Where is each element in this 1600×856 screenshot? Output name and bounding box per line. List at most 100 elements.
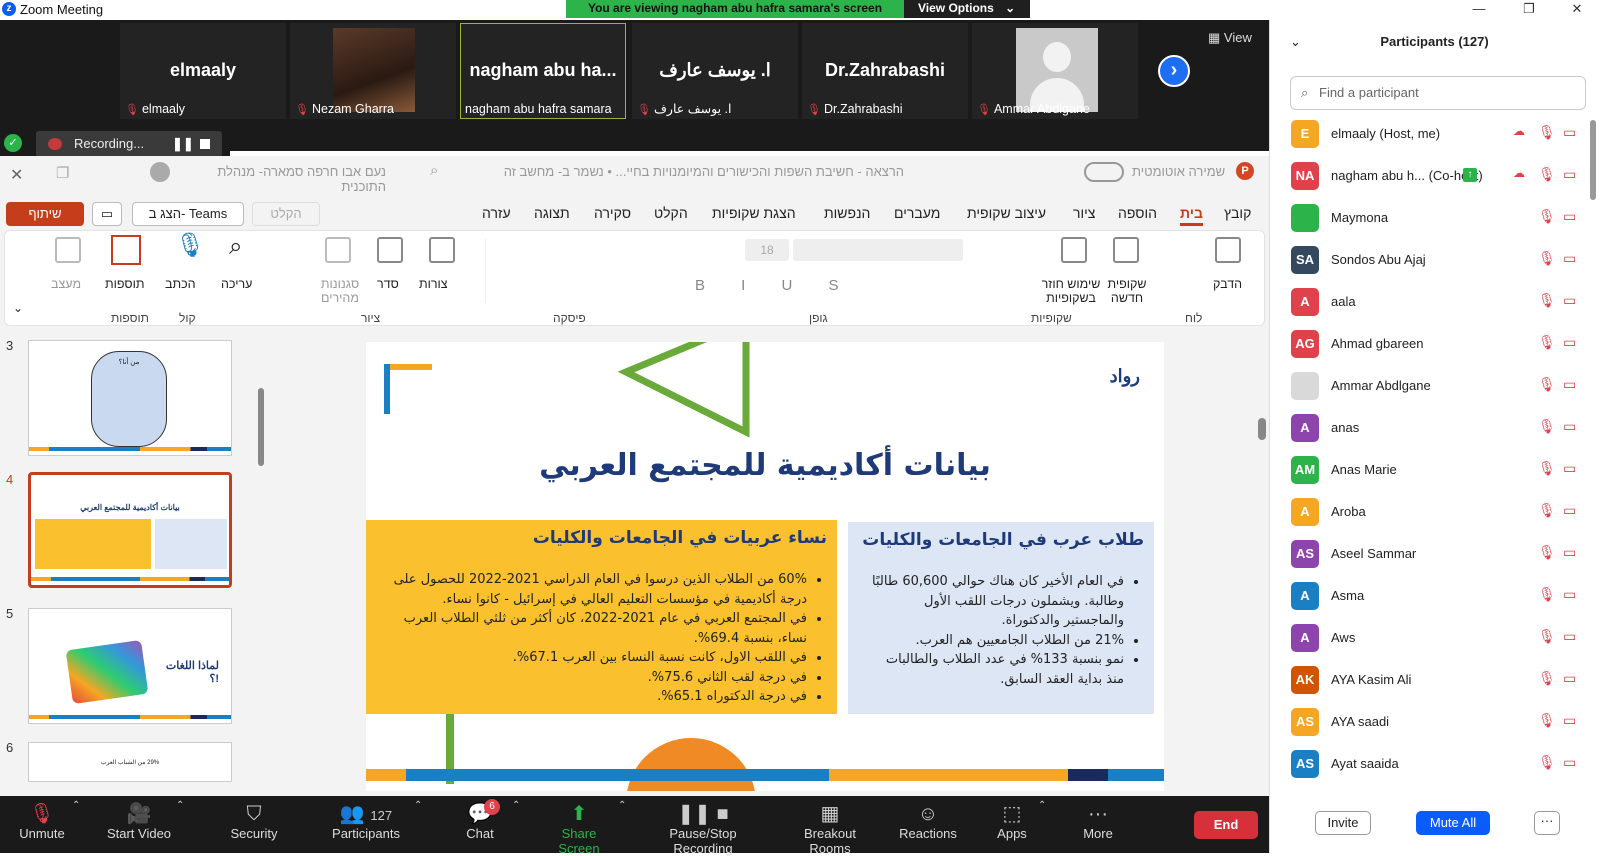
- apps-button[interactable]: ⬚ Apps ⌃: [994, 800, 1046, 841]
- video-tile[interactable]: elmaaly 🎙 elmaaly: [120, 23, 286, 119]
- new-slide-button[interactable]: שקופית חדשה: [1105, 277, 1149, 305]
- tab-design[interactable]: עיצוב שקופית: [967, 205, 1046, 221]
- autosave-toggle[interactable]: [1084, 162, 1124, 182]
- paragraph-controls[interactable]: [485, 239, 655, 303]
- muted-mic-icon[interactable]: 🎙: [1538, 124, 1556, 141]
- video-tile[interactable]: Dr.Zahrabashi 🎙 Dr.Zahrabashi: [802, 23, 968, 119]
- tab-draw[interactable]: ציור: [1073, 205, 1095, 221]
- video-off-icon[interactable]: ▭: [1563, 754, 1576, 771]
- shapes-button[interactable]: צורות: [419, 277, 448, 291]
- microphone-icon[interactable]: 🎙: [175, 231, 205, 260]
- participant-row[interactable]: NA nagham abu h... (Co-host) 🎙 ▭ ☁ ↑: [1291, 158, 1591, 194]
- video-off-icon[interactable]: ▭: [1563, 544, 1576, 561]
- font-size-select[interactable]: 18: [745, 239, 789, 261]
- mute-all-button[interactable]: Mute All: [1416, 811, 1490, 835]
- tab-home[interactable]: בית: [1180, 205, 1203, 226]
- minimize-button[interactable]: —: [1456, 0, 1502, 20]
- reactions-button[interactable]: ☺ Reactions: [898, 802, 958, 841]
- video-off-icon[interactable]: ▭: [1563, 460, 1576, 477]
- tab-insert[interactable]: הוספה: [1118, 205, 1157, 221]
- end-meeting-button[interactable]: End: [1194, 811, 1258, 839]
- collapse-ribbon-icon[interactable]: ⌄: [13, 301, 23, 315]
- editing-button[interactable]: עריכה: [221, 277, 252, 291]
- quick-styles-button[interactable]: סגנונות מהירים: [317, 277, 363, 305]
- reuse-slides-icon[interactable]: [1061, 237, 1087, 263]
- tab-help[interactable]: עזרה: [482, 205, 511, 221]
- video-tile[interactable]: 🎙 Nezam Gharra: [290, 23, 456, 119]
- slide-thumbnail-selected[interactable]: بيانات أكاديمية للمجتمع العربي: [28, 472, 232, 588]
- tab-file[interactable]: קובץ: [1224, 205, 1251, 221]
- muted-mic-icon[interactable]: 🎙: [1538, 628, 1556, 645]
- stop-recording-icon[interactable]: [200, 139, 210, 149]
- muted-mic-icon[interactable]: 🎙: [1538, 712, 1556, 729]
- muted-mic-icon[interactable]: 🎙: [1538, 460, 1556, 477]
- thumbnail-scrollbar[interactable]: [258, 330, 264, 780]
- dictate-button[interactable]: הכתב: [165, 277, 196, 291]
- muted-mic-icon[interactable]: 🎙: [1538, 670, 1556, 687]
- video-off-icon[interactable]: ▭: [1563, 376, 1576, 393]
- next-page-arrow-icon[interactable]: ›: [1158, 55, 1190, 87]
- caret-up-icon[interactable]: ⌃: [1038, 800, 1046, 811]
- muted-mic-icon[interactable]: 🎙: [1538, 250, 1556, 267]
- view-button[interactable]: ▦ View: [1208, 30, 1252, 46]
- video-off-icon[interactable]: ▭: [1563, 670, 1576, 687]
- pause-recording-icon[interactable]: ❚❚: [172, 131, 194, 157]
- video-off-icon[interactable]: ▭: [1563, 628, 1576, 645]
- participant-row[interactable]: Ammar Abdlgane 🎙 ▭: [1291, 368, 1591, 404]
- participant-row[interactable]: AS AYA saadi 🎙 ▭: [1291, 704, 1591, 740]
- muted-mic-icon[interactable]: 🎙: [1538, 418, 1556, 435]
- video-off-icon[interactable]: ▭: [1563, 250, 1576, 267]
- muted-mic-icon[interactable]: 🎙: [1538, 334, 1556, 351]
- search-edit-icon[interactable]: ⌕: [229, 233, 242, 261]
- video-tile-active-speaker[interactable]: nagham abu ha... nagham abu hafra samara: [460, 23, 626, 119]
- video-off-icon[interactable]: ▭: [1563, 292, 1576, 309]
- document-title[interactable]: הרצאה - חשיבת השפות והכישורים והמיומנויו…: [480, 164, 904, 179]
- muted-mic-icon[interactable]: 🎙: [1538, 544, 1556, 561]
- video-off-icon[interactable]: ▭: [1563, 334, 1576, 351]
- arrange-icon[interactable]: [377, 237, 403, 263]
- view-options-button[interactable]: View Options ⌄: [904, 0, 1030, 18]
- participant-row[interactable]: AM Anas Marie 🎙 ▭: [1291, 452, 1591, 488]
- participant-row[interactable]: A Aroba 🎙 ▭: [1291, 494, 1591, 530]
- reuse-slides-button[interactable]: שימוש חוזר בשקופיות: [1037, 277, 1105, 305]
- more-button[interactable]: ··· More: [1080, 802, 1116, 841]
- addins-icon[interactable]: [111, 235, 141, 265]
- tab-record[interactable]: הקלט: [654, 205, 688, 221]
- participant-row[interactable]: A Aws 🎙 ▭: [1291, 620, 1591, 656]
- participant-row[interactable]: SA Sondos Abu Ajaj 🎙 ▭: [1291, 242, 1591, 278]
- designer-icon[interactable]: [55, 237, 81, 263]
- pause-stop-recording-button[interactable]: ❚❚ ■ Pause/Stop Recording: [640, 802, 766, 856]
- restore-button[interactable]: ❐: [1506, 0, 1552, 20]
- paste-button[interactable]: הדבק: [1213, 277, 1242, 291]
- caret-up-icon[interactable]: ⌃: [512, 800, 520, 811]
- tab-transitions[interactable]: מעברים: [894, 205, 940, 221]
- muted-mic-icon[interactable]: 🎙: [1538, 376, 1556, 393]
- restore-icon[interactable]: ❐: [56, 164, 69, 182]
- participant-row[interactable]: Eelmaaly (Host, me) 🎙 ▭ ☁: [1291, 116, 1591, 152]
- video-off-icon[interactable]: ▭: [1563, 418, 1576, 435]
- addins-button[interactable]: תוספות: [105, 277, 144, 291]
- tab-slideshow[interactable]: הצגת שקופיות: [712, 205, 796, 221]
- search-icon[interactable]: ⌕: [430, 162, 438, 179]
- designer-button[interactable]: מעצב: [51, 277, 81, 291]
- more-options-button[interactable]: ···: [1534, 811, 1560, 835]
- slide-scrollbar[interactable]: [1258, 330, 1266, 790]
- participant-row[interactable]: Maymona 🎙 ▭: [1291, 200, 1591, 236]
- font-family-select[interactable]: [793, 239, 963, 261]
- video-off-icon[interactable]: ▭: [1563, 502, 1576, 519]
- close-window-button[interactable]: ✕: [1554, 0, 1600, 20]
- muted-mic-icon[interactable]: 🎙: [1538, 586, 1556, 603]
- font-format-buttons[interactable]: B I U S: [695, 277, 855, 294]
- video-tile[interactable]: ا. يوسف عارف 🎙 ا. يوسف عارف: [632, 23, 798, 119]
- tab-animations[interactable]: הנפשות: [824, 205, 870, 221]
- slide-thumbnail[interactable]: 29% من الشباب العرب: [28, 742, 232, 782]
- breakout-rooms-button[interactable]: ▦ Breakout Rooms: [782, 802, 878, 856]
- participants-scrollbar[interactable]: [1590, 120, 1596, 200]
- slide-thumbnail[interactable]: لماذا اللغات !؟: [28, 608, 232, 724]
- unmute-button[interactable]: 🎙 Unmute ⌃: [14, 800, 80, 841]
- video-off-icon[interactable]: ▭: [1563, 586, 1576, 603]
- caret-up-icon[interactable]: ⌃: [414, 800, 422, 811]
- invite-button[interactable]: Invite: [1315, 811, 1371, 835]
- video-off-icon[interactable]: ▭: [1563, 712, 1576, 729]
- participant-row[interactable]: AG Ahmad gbareen 🎙 ▭: [1291, 326, 1591, 362]
